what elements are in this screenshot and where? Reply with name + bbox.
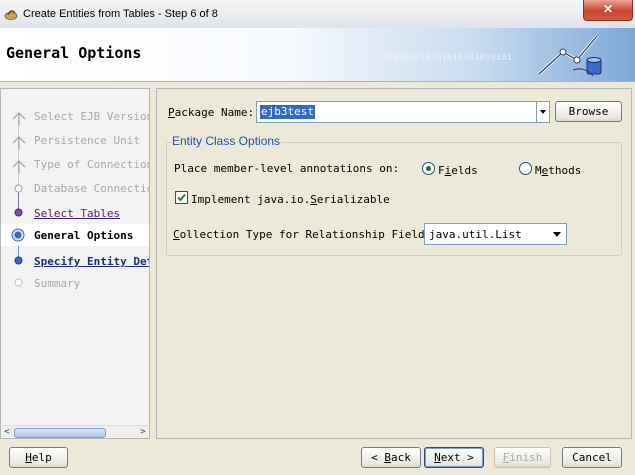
- scroll-right-icon[interactable]: >: [138, 426, 148, 438]
- package-name-combobox[interactable]: ejb3test: [256, 101, 550, 123]
- step-specify-entity-details[interactable]: Specify Entity Deta: [1, 250, 149, 272]
- step-select-ejb-version: Select EJB Version: [1, 105, 149, 127]
- collection-type-label: Collection Type for Relationship Fields:: [173, 228, 438, 241]
- finish-button[interactable]: Finish: [494, 447, 551, 468]
- chevron-down-icon: [540, 110, 546, 114]
- step-database-connection: Database Connection: [1, 177, 149, 199]
- group-title: Entity Class Options: [171, 134, 282, 148]
- annotations-label: Place member-level annotations on:: [174, 162, 400, 175]
- collection-type-select[interactable]: java.util.List: [424, 223, 567, 245]
- step-label: Persistence Unit: [34, 134, 140, 147]
- package-name-label: Package Name:: [168, 106, 255, 119]
- step-label: General Options: [34, 229, 134, 242]
- window-titlebar: Create Entities from Tables - Step 6 of …: [0, 0, 635, 29]
- checkmark-icon: [177, 193, 186, 202]
- chevron-down-icon: [553, 232, 561, 237]
- fields-radio-label[interactable]: Fields: [438, 164, 478, 177]
- wizard-steps-panel: Select EJB Version Persistence Unit Type…: [0, 88, 150, 439]
- collection-type-value: java.util.List: [429, 228, 522, 241]
- step-done-icon: [12, 160, 26, 173]
- methods-radio-label[interactable]: Methods: [535, 164, 581, 177]
- close-icon: ✕: [602, 2, 614, 16]
- scrollbar-thumb[interactable]: [14, 428, 106, 438]
- step-skipped-icon: [14, 184, 23, 193]
- back-button[interactable]: < Back: [361, 447, 421, 468]
- browse-button[interactable]: Browse: [555, 101, 622, 122]
- step-current-icon: [11, 228, 25, 242]
- step-future-icon: [14, 278, 23, 287]
- step-type-of-connection: Type of Connection: [1, 153, 149, 175]
- step-persistence-unit: Persistence Unit: [1, 129, 149, 151]
- window-title: Create Entities from Tables - Step 6 of …: [23, 8, 218, 20]
- back-arrow-icon: <: [371, 451, 378, 464]
- implement-serializable-checkbox[interactable]: [175, 191, 188, 204]
- step-next-icon: [14, 256, 23, 265]
- radio-selected-icon: [426, 166, 431, 171]
- help-button[interactable]: Help: [9, 447, 68, 468]
- step-label: Summary: [34, 277, 81, 290]
- next-button[interactable]: Next >: [424, 447, 484, 468]
- step-label: Select Tables: [34, 207, 121, 220]
- step-label: Database Connection: [34, 182, 150, 195]
- wizard-logo-icon: [537, 35, 602, 77]
- step-done-icon: [12, 136, 26, 149]
- package-name-value[interactable]: ejb3test: [260, 105, 315, 119]
- package-dropdown-button[interactable]: [536, 102, 549, 122]
- step-label: Type of Connection: [34, 158, 150, 171]
- step-visited-icon: [14, 208, 23, 217]
- close-button[interactable]: ✕: [583, 0, 633, 21]
- wizard-footer: Help < Back Next > Finish Cancel: [0, 440, 635, 475]
- page-title: General Options: [6, 44, 142, 62]
- steps-horizontal-scrollbar[interactable]: < >: [2, 425, 148, 438]
- fields-radio[interactable]: [422, 162, 435, 175]
- next-arrow-icon: >: [467, 451, 474, 464]
- step-label: Select EJB Version: [34, 110, 150, 123]
- step-select-tables[interactable]: Select Tables: [1, 202, 149, 224]
- step-done-icon: [12, 112, 26, 125]
- methods-radio[interactable]: [519, 162, 532, 175]
- app-icon: [4, 10, 18, 20]
- step-label: Specify Entity Deta: [34, 255, 150, 268]
- wizard-header: General Options 010101010101010101010101: [0, 28, 635, 82]
- binary-decoration: 010101010101010101010101: [382, 53, 513, 63]
- step-general-options[interactable]: General Options: [1, 224, 149, 246]
- scroll-left-icon[interactable]: <: [2, 426, 12, 438]
- implement-serializable-label[interactable]: Implement java.io.Serializable: [191, 193, 390, 206]
- cancel-button[interactable]: Cancel: [562, 447, 622, 468]
- step-summary: Summary: [1, 272, 149, 294]
